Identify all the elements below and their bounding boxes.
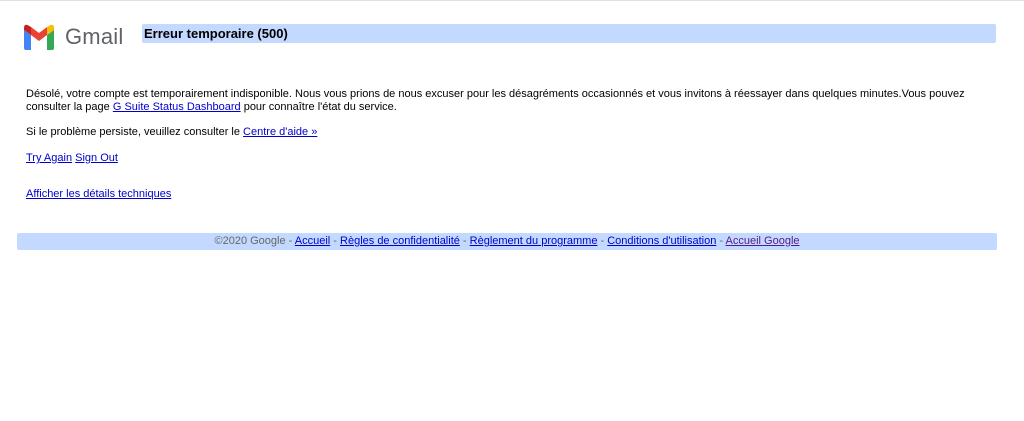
- footer-bar: ©2020 Google - Accueil - Règles de confi…: [17, 233, 997, 250]
- error-message-text-end: pour connaître l'état du service.: [240, 101, 397, 113]
- footer-link-terms[interactable]: Conditions d'utilisation: [607, 235, 716, 247]
- gmail-logo-text: Gmail: [65, 24, 124, 49]
- footer-link-google-home[interactable]: Accueil Google: [726, 235, 800, 247]
- tech-details-link[interactable]: Afficher les détails techniques: [26, 188, 171, 200]
- sign-out-link[interactable]: Sign Out: [75, 152, 118, 164]
- gmail-m-icon: [22, 24, 56, 50]
- help-message-text: Si le problème persiste, veuillez consul…: [26, 126, 244, 138]
- footer-link-privacy[interactable]: Règles de confidentialité: [340, 235, 460, 247]
- top-border: [0, 0, 1024, 1]
- footer-link-accueil[interactable]: Accueil: [295, 235, 330, 247]
- action-links: Try Again Sign Out: [26, 152, 986, 165]
- gmail-logo[interactable]: Gmail: [22, 22, 123, 52]
- footer-separator: -: [330, 235, 341, 247]
- footer-separator: -: [459, 235, 470, 247]
- tech-details: Afficher les détails techniques: [26, 188, 986, 201]
- error-title-bar: Erreur temporaire (500): [142, 24, 996, 43]
- footer-separator: -: [597, 235, 608, 247]
- error-title: Erreur temporaire (500): [144, 26, 288, 41]
- help-message: Si le problème persiste, veuillez consul…: [26, 126, 986, 139]
- try-again-link[interactable]: Try Again: [26, 152, 72, 164]
- footer-separator: -: [285, 235, 295, 247]
- help-center-link[interactable]: Centre d'aide »: [243, 126, 317, 138]
- footer-copyright: ©2020 Google: [214, 235, 286, 247]
- error-message: Désolé, votre compte est temporairement …: [26, 88, 986, 114]
- footer-link-program-policies[interactable]: Règlement du programme: [470, 235, 598, 247]
- footer-separator: -: [716, 235, 726, 247]
- status-dashboard-link[interactable]: G Suite Status Dashboard: [113, 101, 241, 113]
- error-content: Désolé, votre compte est temporairement …: [26, 88, 986, 201]
